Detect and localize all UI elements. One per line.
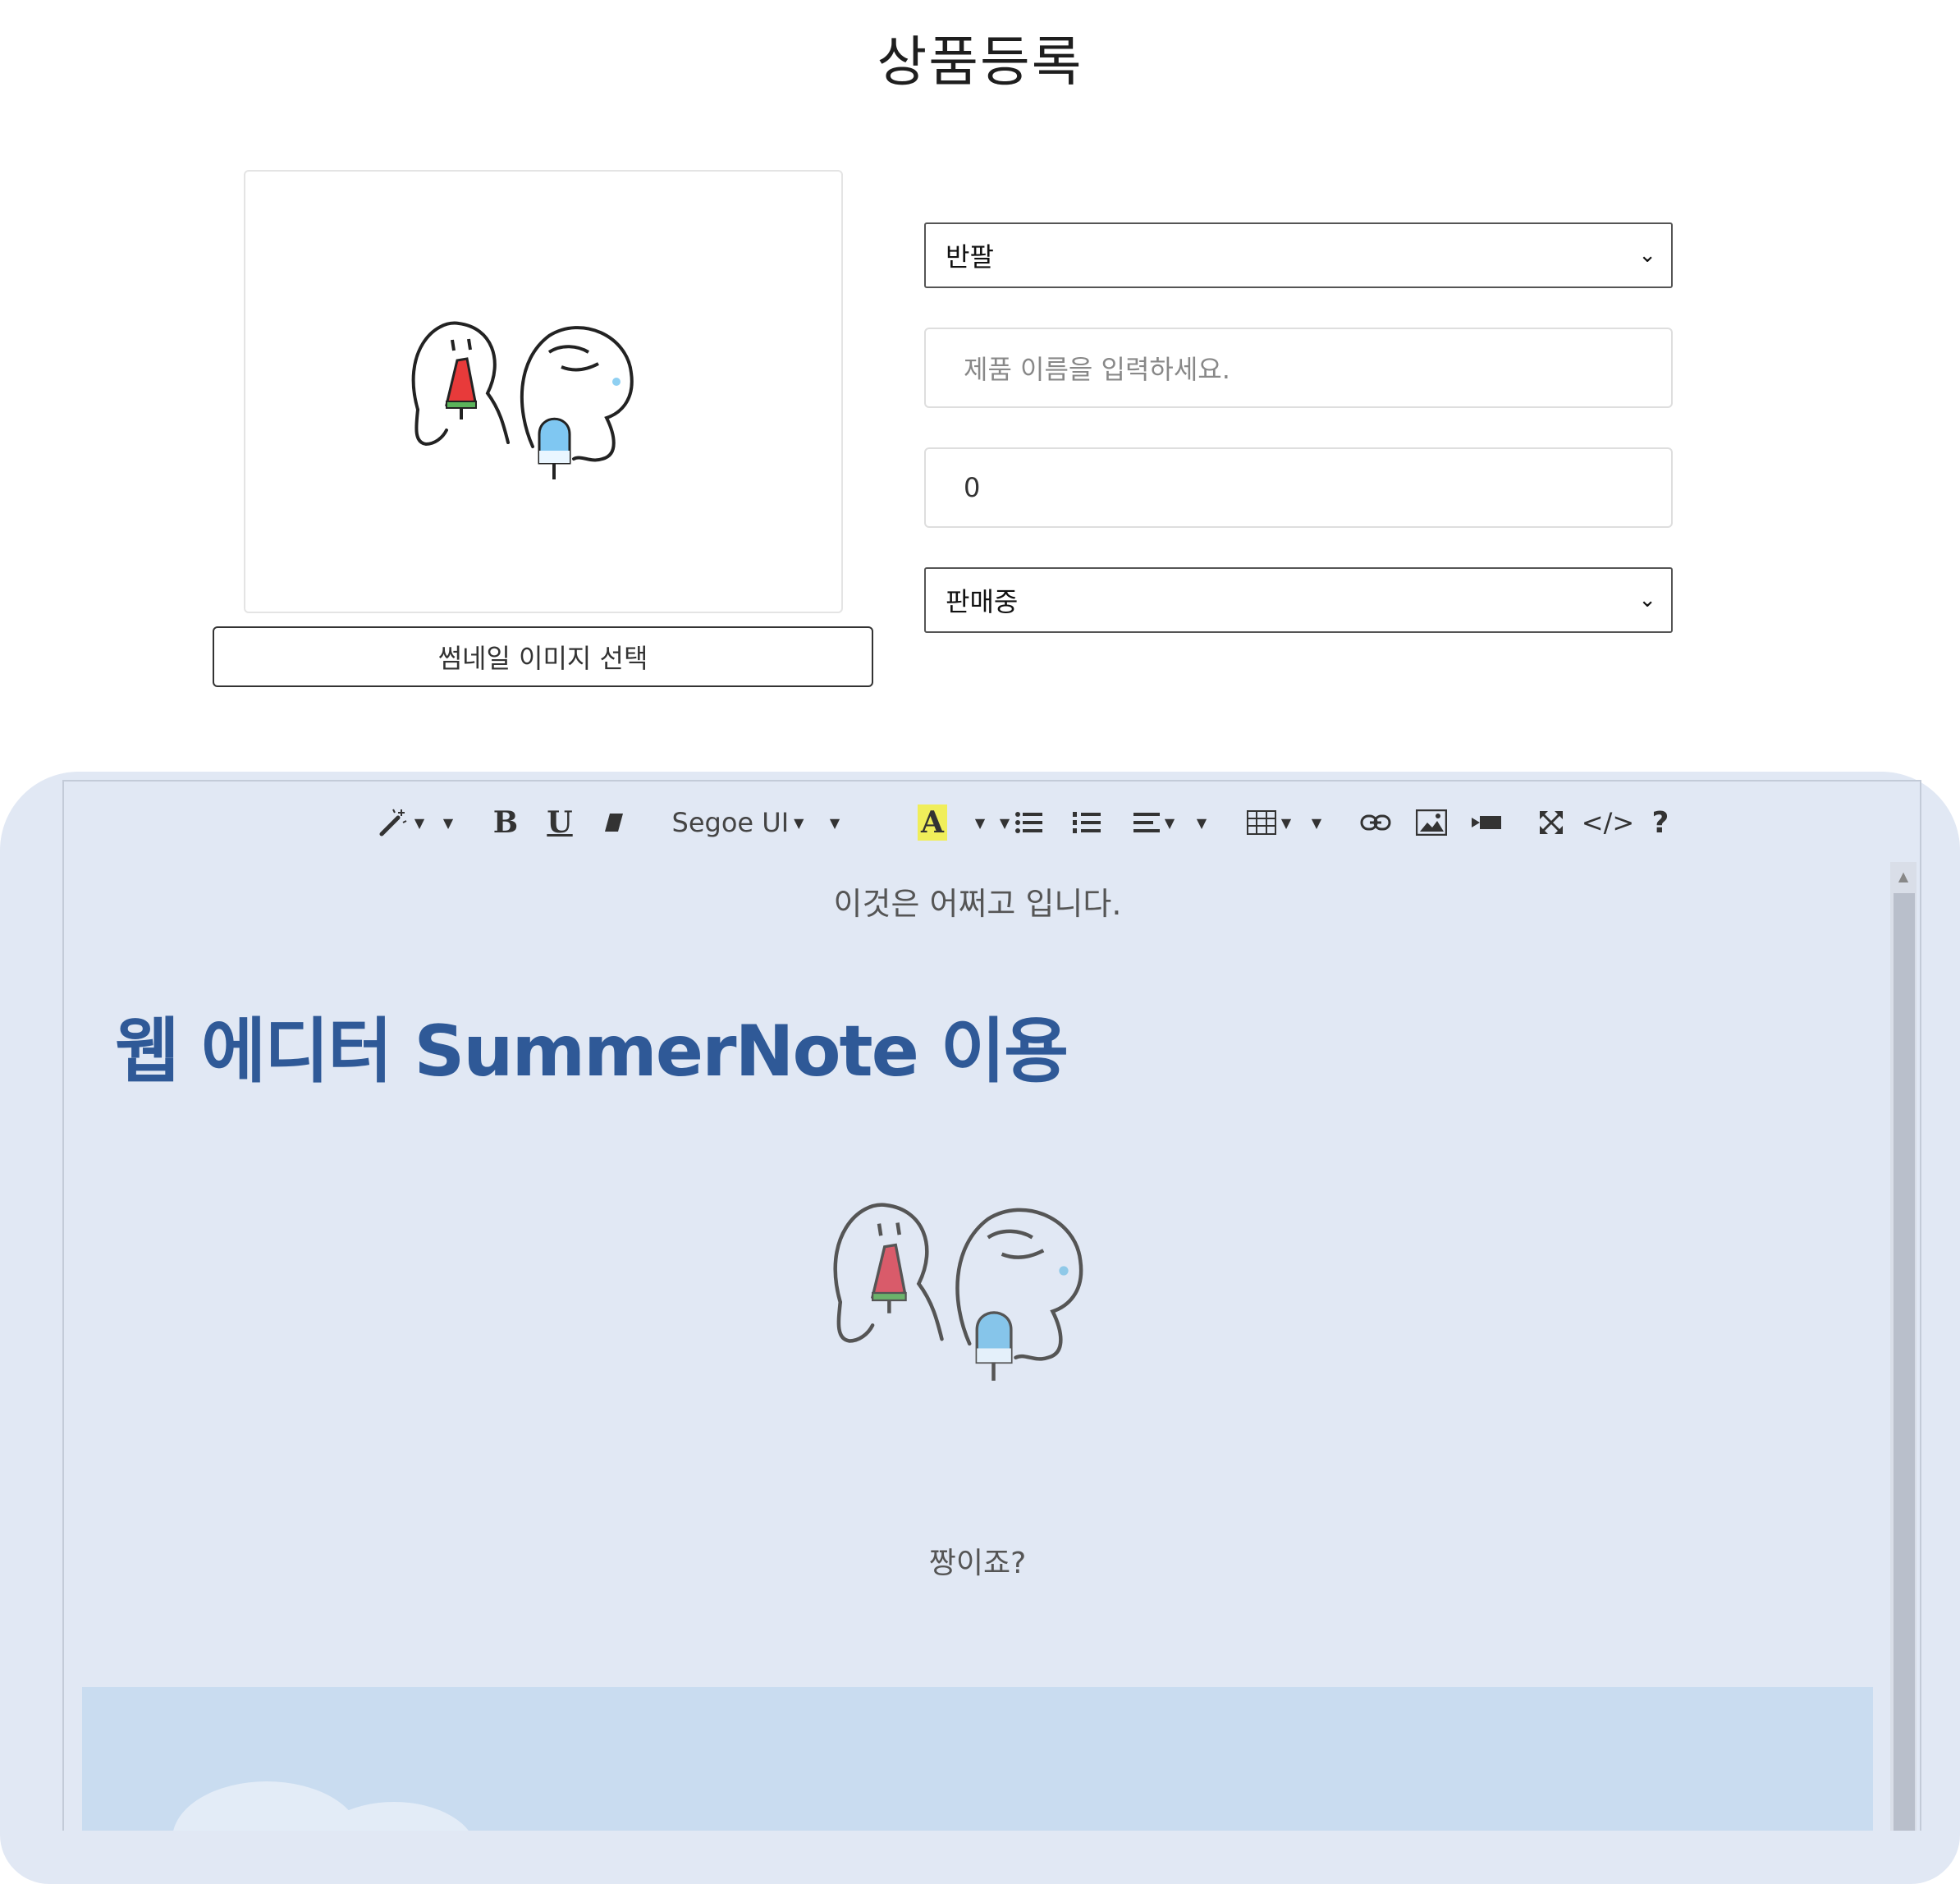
caret-down-icon: ▼ — [794, 814, 804, 831]
table-button[interactable]: ▼ — [1236, 790, 1302, 855]
font-name-button[interactable]: Segoe UI ▼ — [660, 790, 816, 855]
paragraph-align-button[interactable]: ▼ — [1121, 790, 1187, 855]
editor-scrollbar[interactable]: ▲ — [1890, 862, 1916, 1831]
caret-down-icon: ▼ — [999, 814, 1010, 831]
editor-heading[interactable]: 웹 에디터 SummerNote 이용 — [115, 993, 1069, 1096]
category-select-value: 반팔 — [946, 241, 994, 273]
thumbnail-image — [411, 321, 634, 479]
status-select[interactable]: 판매중 ⌄ — [924, 567, 1673, 633]
caret-down-icon: ▼ — [1280, 814, 1292, 831]
chevron-down-icon: ⌄ — [1638, 243, 1656, 268]
caret-down-icon: ▼ — [1164, 814, 1175, 831]
caret-down-icon: ▼ — [829, 814, 840, 831]
font-name-label: Segoe UI — [671, 807, 790, 838]
table-icon — [1246, 810, 1276, 835]
category-select[interactable]: 반팔 ⌄ — [924, 222, 1673, 288]
align-dropdown-toggle[interactable]: ▼ — [1187, 790, 1211, 855]
color-dropdown-toggle[interactable]: ▼ — [965, 790, 990, 855]
fullscreen-button[interactable] — [1527, 790, 1576, 855]
editor-text-line[interactable]: 이것은 어쩌고 입니다. — [62, 878, 1893, 924]
chevron-down-icon: ⌄ — [1638, 588, 1656, 612]
editor-text-line[interactable]: 짱이죠? — [62, 1539, 1893, 1582]
picture-icon — [1416, 809, 1447, 836]
underline-button[interactable]: U — [537, 790, 583, 855]
editor-banner-image[interactable] — [82, 1687, 1873, 1831]
style-dropdown-toggle[interactable]: ▼ — [433, 790, 458, 855]
bold-button[interactable]: B — [483, 790, 529, 855]
eraser-icon — [605, 814, 623, 832]
scroll-up-arrow-icon[interactable]: ▲ — [1890, 869, 1916, 884]
ordered-list-button[interactable] — [1064, 790, 1110, 855]
editor-image[interactable] — [821, 1182, 1100, 1407]
page-title: 상품등록 — [877, 30, 1083, 94]
caret-down-icon: ▼ — [442, 814, 454, 831]
status-select-value: 판매중 — [946, 586, 1019, 617]
video-icon — [1472, 816, 1501, 829]
clear-format-button[interactable] — [591, 790, 637, 855]
product-name-input[interactable]: 제품 이름을 입력하세요. — [924, 328, 1673, 408]
font-color-icon: A — [918, 804, 947, 841]
select-thumbnail-button[interactable]: 썸네일 이미지 선택 — [213, 626, 873, 687]
caret-down-icon: ▼ — [974, 814, 986, 831]
fullscreen-icon — [1540, 811, 1563, 834]
link-icon — [1360, 814, 1391, 831]
thumbnail-preview — [244, 170, 843, 613]
editor-toolbar: ▼ ▼ B U Segoe UI ▼ ▼ A ▼ ▼ ▼ ▼ ▼ ▼ </> ? — [62, 790, 1921, 855]
unordered-list-button[interactable]: ▼ — [990, 790, 1047, 855]
link-button[interactable] — [1351, 790, 1400, 855]
table-dropdown-toggle[interactable]: ▼ — [1302, 790, 1326, 855]
popsicle-illustration — [833, 1203, 1083, 1381]
color-button[interactable]: A — [900, 790, 965, 855]
price-input[interactable]: 0 — [924, 447, 1673, 528]
caret-down-icon: ▼ — [1196, 814, 1207, 831]
picture-button[interactable] — [1407, 790, 1456, 855]
video-button[interactable] — [1463, 790, 1512, 855]
caret-down-icon: ▼ — [414, 814, 425, 831]
unordered-list-icon — [1015, 812, 1043, 833]
ordered-list-icon — [1073, 812, 1101, 833]
code-view-button[interactable]: </> — [1579, 790, 1637, 855]
style-button[interactable]: ▼ — [368, 790, 433, 855]
magic-wand-icon — [379, 809, 407, 837]
align-icon — [1133, 813, 1160, 832]
product-name-placeholder: 제품 이름을 입력하세요. — [964, 354, 1230, 385]
help-button[interactable]: ? — [1640, 790, 1681, 855]
scrollbar-thumb[interactable] — [1894, 893, 1915, 1831]
font-name-dropdown-toggle[interactable]: ▼ — [816, 790, 849, 855]
price-value: 0 — [964, 472, 981, 503]
caret-down-icon: ▼ — [1311, 814, 1322, 831]
